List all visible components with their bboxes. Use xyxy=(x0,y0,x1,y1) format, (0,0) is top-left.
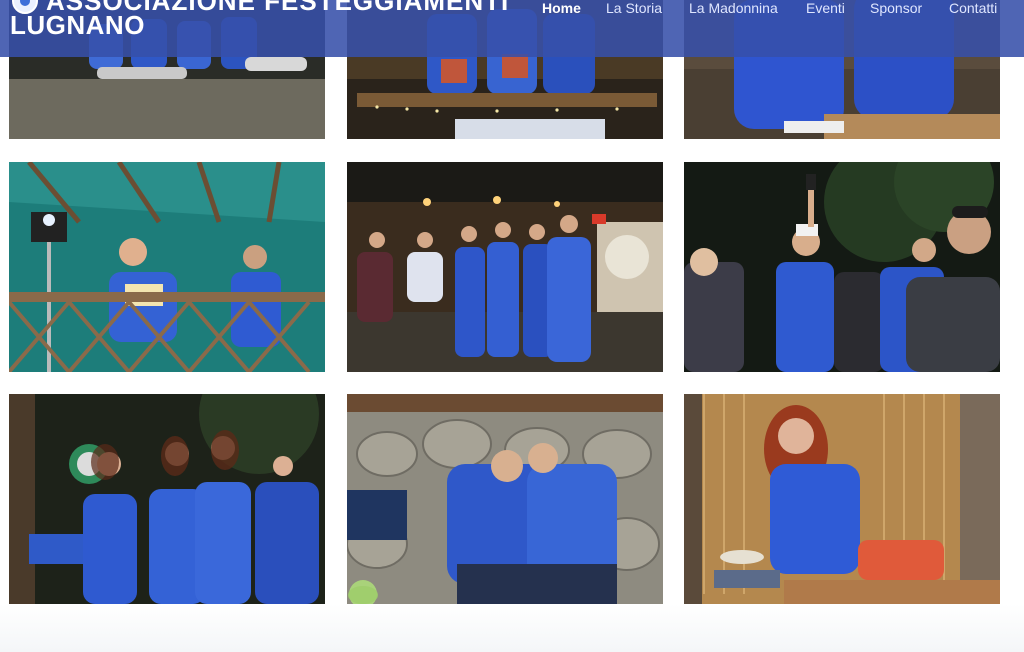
nav-la-madonnina[interactable]: La Madonnina xyxy=(689,0,778,16)
nav-la-storia[interactable]: La Storia xyxy=(606,0,662,16)
gallery-photo-4[interactable] xyxy=(9,162,325,372)
brand-subtitle[interactable]: LUGNANO xyxy=(10,10,145,41)
gallery-photo-6[interactable] xyxy=(684,162,1000,372)
nav-sponsor[interactable]: Sponsor xyxy=(870,0,922,16)
nav-eventi[interactable]: Eventi xyxy=(806,0,845,16)
gallery-photo-7[interactable] xyxy=(9,394,325,604)
gallery-photo-8[interactable] xyxy=(347,394,663,604)
nav-contatti[interactable]: Contatti xyxy=(949,0,997,16)
site-header: ASSOCIAZIONE FESTEGGIAMENTI LUGNANO Home… xyxy=(0,0,1024,57)
page-footer-space xyxy=(0,604,1024,652)
floating-leaf-icon xyxy=(348,586,378,604)
gallery-photo-9[interactable] xyxy=(684,394,1000,604)
nav-home[interactable]: Home xyxy=(542,0,581,16)
gallery-photo-5[interactable] xyxy=(347,162,663,372)
